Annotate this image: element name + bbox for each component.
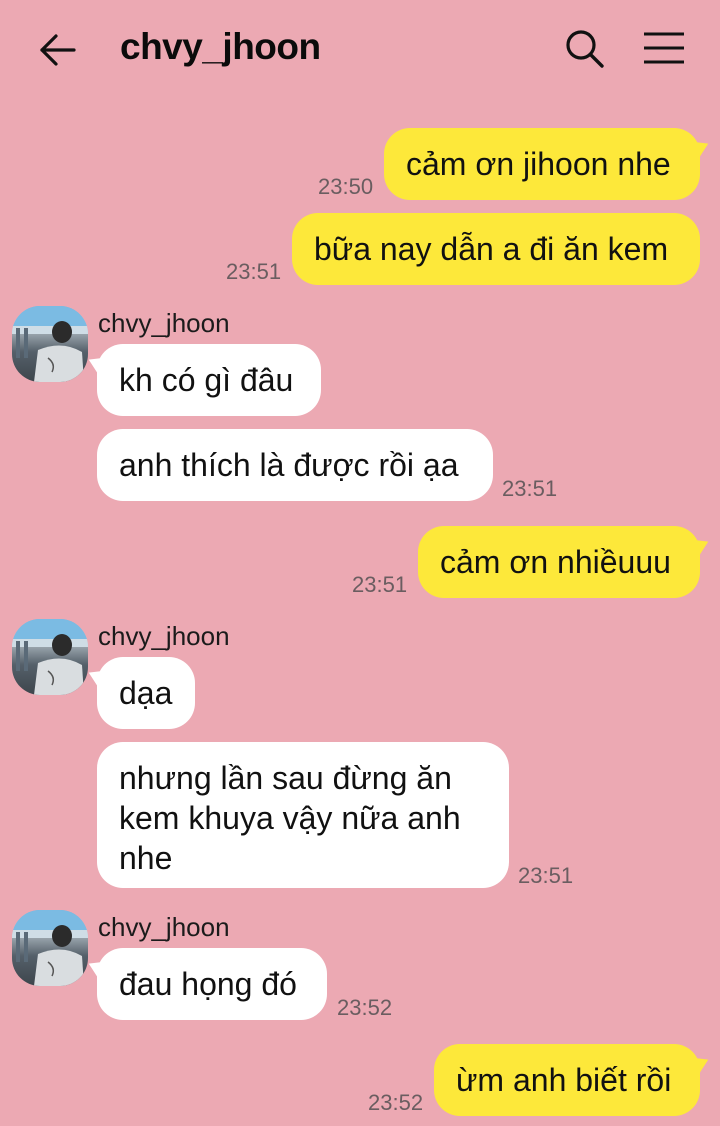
incoming-message-bubble[interactable]: anh thích là được rồi ạa [97, 429, 493, 501]
incoming-message-bubble[interactable]: kh có gì đâu [97, 344, 321, 416]
outgoing-message-bubble[interactable]: cảm ơn nhiềuuu [418, 526, 700, 598]
message-text: ừm anh biết rồi [456, 1062, 672, 1098]
message-text: đau họng đó [119, 966, 297, 1002]
message-text: cảm ơn jihoon nhe [406, 146, 671, 182]
sender-name: chvy_jhoon [98, 621, 230, 651]
message-time: 23:51 [352, 572, 408, 597]
incoming-message-bubble[interactable]: đau họng đó [97, 948, 327, 1020]
outgoing-message-bubble[interactable]: cảm ơn jihoon nhe [384, 128, 700, 200]
menu-button[interactable] [640, 28, 688, 68]
back-button[interactable] [36, 28, 80, 72]
avatar-photo [12, 910, 88, 986]
sender-name: chvy_jhoon [98, 308, 230, 338]
contact-avatar[interactable] [12, 910, 88, 986]
message-text: cảm ơn nhiềuuu [440, 544, 671, 580]
message-time: 23:51 [226, 259, 282, 284]
arrow-left-icon [40, 34, 76, 66]
sender-name: chvy_jhoon [98, 912, 230, 942]
message-text: anh thích là được rồi ạa [119, 447, 459, 483]
message-time: 23:51 [502, 476, 558, 501]
search-icon [566, 30, 604, 68]
message-text: dạa [119, 675, 173, 711]
outgoing-message-bubble[interactable]: ừm anh biết rồi [434, 1044, 700, 1116]
outgoing-message-bubble[interactable]: bữa nay dẫn a đi ăn kem [292, 213, 700, 285]
message-time: 23:51 [518, 863, 574, 888]
avatar-photo [12, 306, 88, 382]
message-time: 23:52 [337, 995, 393, 1020]
incoming-message-bubble[interactable]: nhưng lần sau đừng ăn kem khuya vậy nữa … [97, 742, 509, 888]
message-text: nhưng lần sau đừng ăn kem khuya vậy nữa … [119, 760, 461, 876]
search-button[interactable] [562, 26, 608, 72]
chat-header: chvy_jhoon [0, 0, 720, 100]
incoming-message-bubble[interactable]: dạa [97, 657, 195, 729]
message-time: 23:52 [368, 1090, 424, 1115]
contact-avatar[interactable] [12, 619, 88, 695]
message-time: 23:50 [318, 174, 374, 199]
contact-avatar[interactable] [12, 306, 88, 382]
message-text: bữa nay dẫn a đi ăn kem [314, 231, 669, 267]
chat-title: chvy_jhoon [120, 26, 321, 67]
hamburger-menu-icon [644, 32, 684, 64]
avatar-photo [12, 619, 88, 695]
message-text: kh có gì đâu [119, 362, 294, 398]
